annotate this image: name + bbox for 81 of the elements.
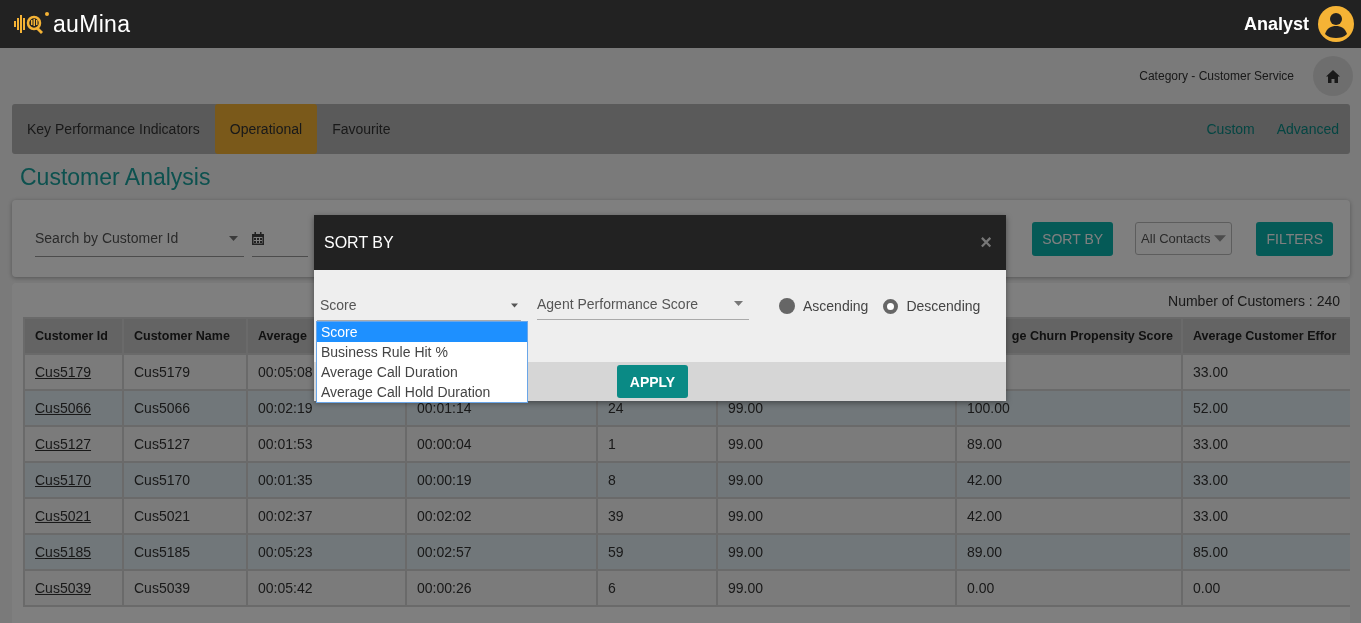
- table-cell: Cus5021: [134, 508, 191, 524]
- table-cell: 00:02:37: [258, 508, 313, 524]
- table-cell: Cus5179: [134, 364, 191, 380]
- column-header: Customer Name: [134, 329, 230, 343]
- contacts-dropdown[interactable]: All Contacts: [1135, 222, 1233, 255]
- column-header: Average: [258, 329, 307, 343]
- table-cell: 00:02:02: [417, 508, 472, 524]
- caret-icon: [511, 302, 518, 308]
- table-cell: 8: [608, 472, 616, 488]
- sort-metric-select[interactable]: Agent Performance Score: [537, 288, 749, 320]
- table-cell: Cus5039: [134, 580, 191, 596]
- table-cell: 100.00: [967, 400, 1010, 416]
- table-cell: Cus5185: [134, 544, 191, 560]
- nav-tab[interactable]: Key Performance Indicators: [12, 104, 215, 154]
- table-cell: 39: [608, 508, 624, 524]
- dialog-title: SORT BY: [324, 233, 394, 252]
- table-cell: 33.00: [1193, 436, 1229, 452]
- apply-button[interactable]: APPLY: [616, 365, 689, 398]
- table-cell: 33.00: [1193, 508, 1229, 524]
- table-cell: 99.00: [728, 400, 764, 416]
- table-cell: 42.00: [967, 508, 1003, 524]
- filters-button[interactable]: FILTERS: [1256, 221, 1333, 256]
- calendar-icon[interactable]: [252, 231, 264, 245]
- table-cell: 42.00: [967, 472, 1003, 488]
- category-label: Category - Customer Service: [1139, 69, 1294, 83]
- logo-icon: [14, 12, 50, 36]
- table-cell: 00:01:53: [258, 436, 313, 452]
- home-button[interactable]: [1313, 56, 1353, 96]
- table-cell: 99.00: [728, 544, 764, 560]
- table-cell: 85.00: [1193, 544, 1229, 560]
- dropdown-option[interactable]: Average Call Duration: [317, 362, 527, 382]
- caret-icon: [229, 235, 238, 241]
- dropdown-option[interactable]: Score: [317, 322, 527, 342]
- home-icon: [1326, 69, 1340, 83]
- table-cell: 00:05:08: [258, 364, 313, 380]
- close-button[interactable]: ×: [980, 231, 992, 254]
- column-header: Average Customer Effor: [1193, 329, 1337, 343]
- search-field[interactable]: Search by Customer Id: [35, 220, 244, 257]
- table-cell: Cus5066: [134, 400, 191, 416]
- table-cell: 99.00: [728, 580, 764, 596]
- table-cell: 24: [608, 400, 624, 416]
- table-cell: 00:05:42: [258, 580, 313, 596]
- column-header: Customer Id: [35, 329, 108, 343]
- table-cell: 33.00: [1193, 364, 1229, 380]
- table-cell: 6: [608, 580, 616, 596]
- table-cell: 1: [608, 436, 616, 452]
- table-cell: 00:00:19: [417, 472, 472, 488]
- table-cell: 0.00: [1193, 580, 1221, 596]
- table-cell: Cus5127: [134, 436, 191, 452]
- table-cell: 00:00:04: [417, 436, 472, 452]
- table-cell: 00:05:23: [258, 544, 313, 560]
- table-cell: 99.00: [728, 508, 764, 524]
- column-header: ge Churn Propensity Score: [1011, 329, 1173, 343]
- table-cell: 00:01:14: [417, 400, 472, 416]
- nav-tab[interactable]: Operational: [214, 104, 318, 154]
- table-cell: 00:00:26: [417, 580, 472, 596]
- dropdown-option[interactable]: Average Call Hold Duration: [317, 382, 527, 402]
- table-cell: 0.00: [967, 580, 995, 596]
- table-cell: 59: [608, 544, 624, 560]
- table-cell: 00:02:57: [417, 544, 472, 560]
- table-cell: Cus5170: [134, 472, 191, 488]
- table-cell: 99.00: [728, 472, 764, 488]
- order-radio[interactable]: Ascending: [779, 298, 869, 314]
- table-cell: 33.00: [1193, 472, 1229, 488]
- caret-icon: [734, 301, 743, 306]
- table-cell: 00:01:35: [258, 472, 313, 488]
- nav-tab[interactable]: Favourite: [317, 104, 406, 154]
- table-cell: 52.00: [1193, 400, 1229, 416]
- dropdown-option[interactable]: Business Rule Hit %: [317, 342, 527, 362]
- page-title: Customer Analysis: [20, 163, 211, 191]
- caret-icon: [1214, 235, 1227, 242]
- table-cell: 99.00: [728, 436, 764, 452]
- table-cell: 89.00: [967, 544, 1003, 560]
- app-logo: auMina: [53, 10, 131, 38]
- customer-count: Number of Customers : 240: [1168, 293, 1340, 311]
- avatar-icon[interactable]: [1318, 6, 1354, 42]
- table-cell: 00:02:19: [258, 400, 313, 416]
- user-name: Analyst: [1243, 13, 1309, 35]
- table-cell: 89.00: [967, 436, 1003, 452]
- order-radio[interactable]: Descending: [883, 298, 981, 314]
- sort-by-button[interactable]: SORT BY: [1032, 221, 1114, 256]
